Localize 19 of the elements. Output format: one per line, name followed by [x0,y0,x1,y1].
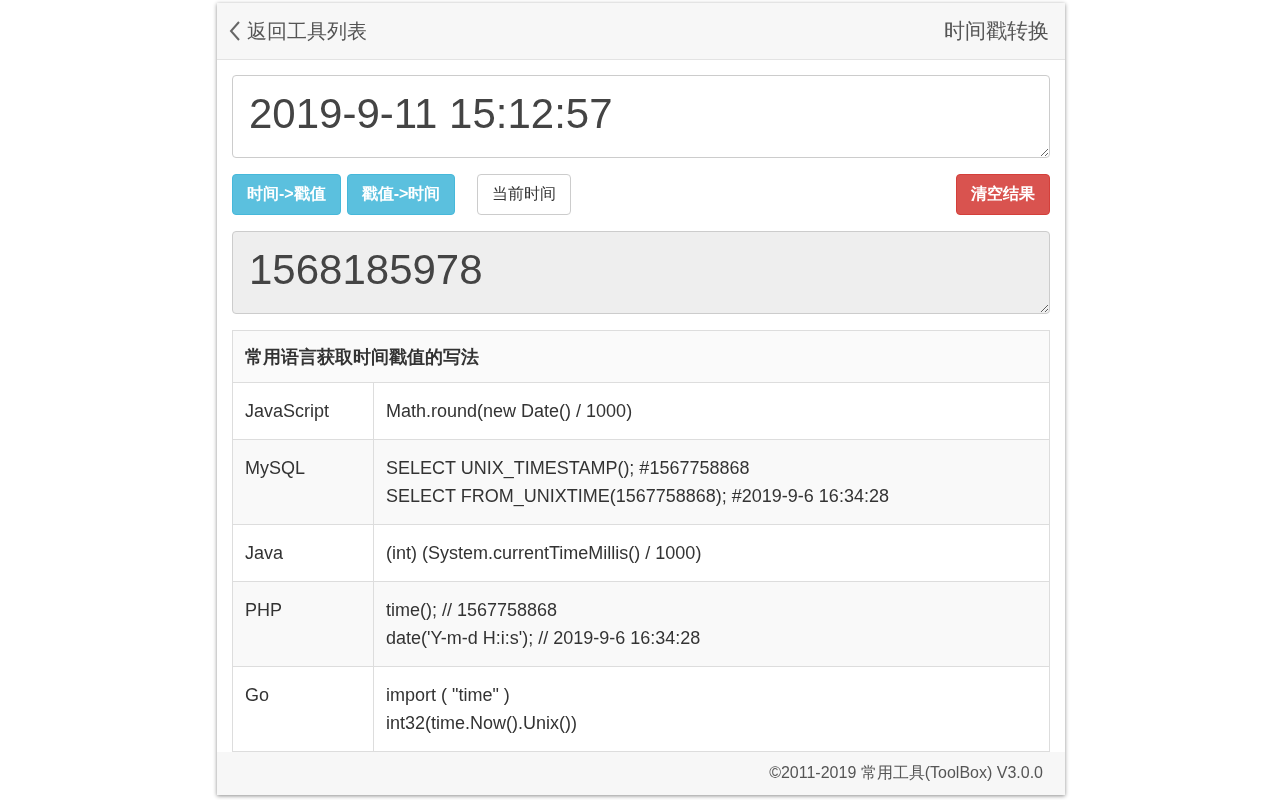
language-cell-text: PHP [244,599,283,623]
code-cell: (int) (System.currentTimeMillis() / 1000) [373,525,1049,582]
code-cell: SELECT UNIX_TIMESTAMP(); #1567758868 SELECT FROM_UNIXTIME(1567758868); #2019-9-6 16:34:28 [373,440,1049,525]
chevron-left-icon [229,21,241,42]
result-output-field[interactable]: 1568185978 [232,231,1050,315]
language-cell-text: MySQL [244,457,306,481]
action-button[interactable]: 清空结果 [956,174,1050,216]
language-cell-text: Go [244,684,270,708]
page-title: 时间戳转换 [944,18,1049,45]
action-button[interactable]: 当前时间 [477,174,572,216]
table-caption: 常用语言获取时间戳值的写法 [233,331,1049,384]
language-cell-text: Java [244,542,285,566]
language-cell-text: JavaScript [244,400,331,424]
code-cell: time(); // 1567758868 date('Y-m-d H:i:s'); // 2019-9-6 16:34:28 [373,582,1049,667]
back-link[interactable]: 返回工具列表 [229,17,367,45]
time-input-field[interactable]: 2019-9-11 15:12:57 [232,75,1050,159]
footer-copyright: ©2011-2019 常用工具(ToolBox) V3.0.0 [217,752,1065,795]
code-cell: Math.round(new Date() / 1000) [373,383,1049,440]
code-cell: import ( "time" ) int32(time.Now().Unix()) [373,667,1049,752]
